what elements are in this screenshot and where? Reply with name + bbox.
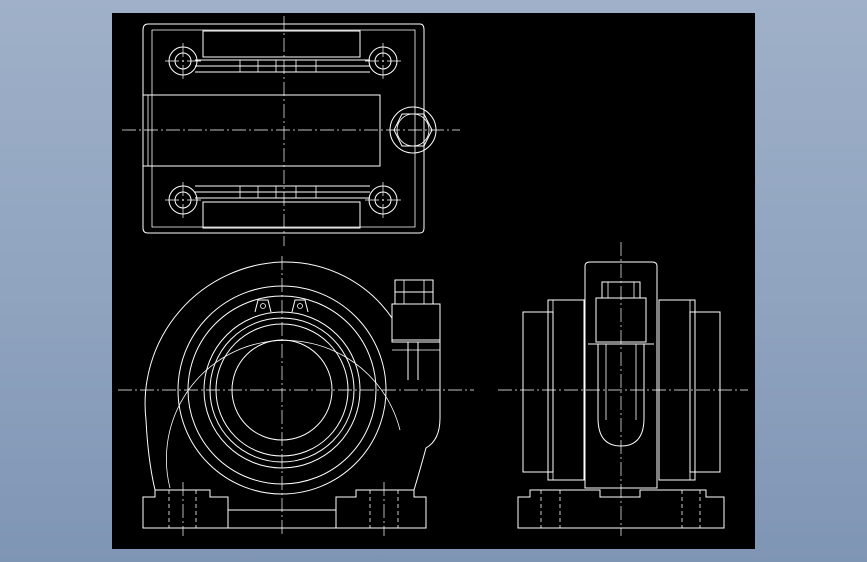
top-cap-upper (202, 30, 361, 58)
front-base-left (142, 489, 229, 529)
top-cap-lower (202, 201, 361, 229)
top-view (122, 16, 460, 246)
top-central-band (143, 94, 381, 167)
front-snap-ring-tab-left (254, 299, 272, 313)
front-base-right (335, 489, 427, 529)
side-view (498, 242, 748, 536)
front-bolt-boss (391, 303, 441, 343)
cad-drawing-viewport[interactable] (112, 13, 755, 549)
front-view (118, 256, 474, 536)
cad-drawing (118, 16, 748, 536)
front-snap-ring-tab-right (291, 299, 309, 313)
